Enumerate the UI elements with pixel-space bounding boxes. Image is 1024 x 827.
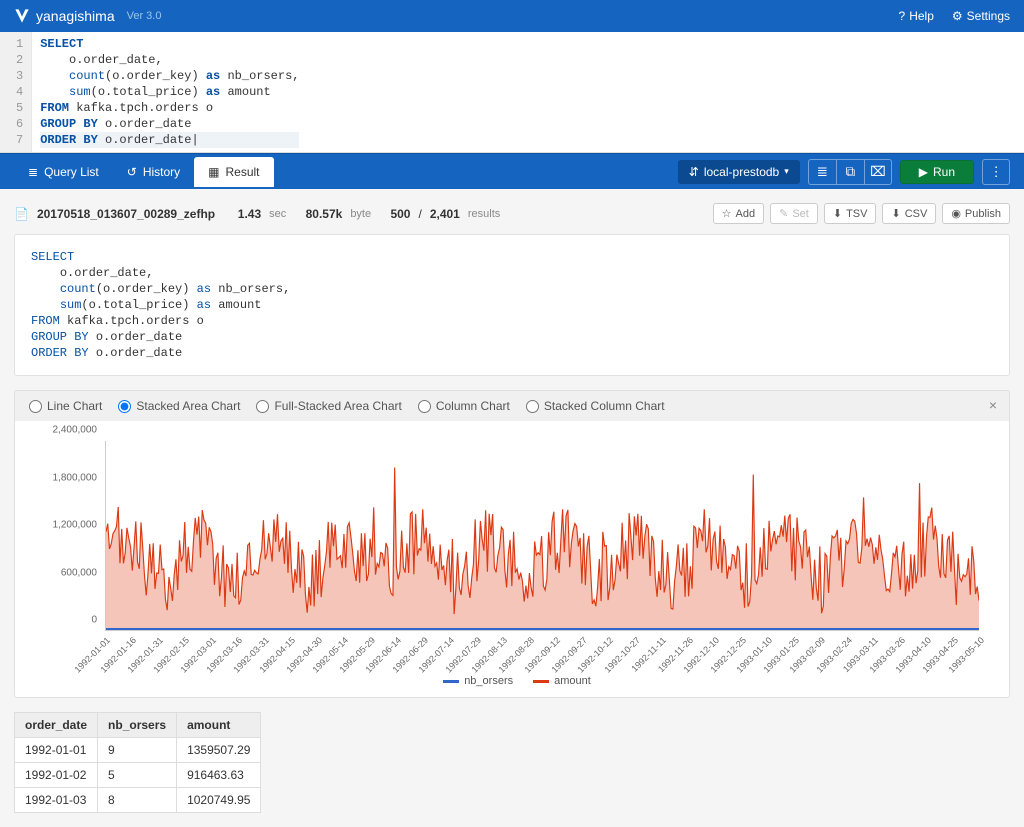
- legend-swatch-2: [533, 680, 549, 683]
- download-csv-button[interactable]: ⬇ CSV: [882, 203, 936, 224]
- chart-type-stacked-column[interactable]: Stacked Column Chart: [526, 399, 665, 413]
- table-row: 1992-01-0191359507.29: [15, 738, 261, 763]
- copy-icon: ⧉: [845, 164, 855, 180]
- col-nb-orsers: nb_orsers: [98, 713, 177, 738]
- help-icon: ?: [899, 9, 906, 23]
- format-button[interactable]: ≣: [808, 159, 836, 185]
- chart-type-bar: Line Chart Stacked Area Chart Full-Stack…: [14, 390, 1010, 421]
- col-amount: amount: [177, 713, 261, 738]
- tab-query-list[interactable]: ≣ Query List: [14, 157, 113, 187]
- help-link[interactable]: ? Help: [899, 9, 934, 23]
- tab-history[interactable]: ↺ History: [113, 157, 194, 187]
- play-icon: ▶: [919, 165, 928, 179]
- file-icon: 📄: [14, 207, 29, 221]
- download-tsv-button[interactable]: ⬇ TSV: [824, 203, 877, 224]
- chart-svg: [106, 441, 979, 630]
- run-button[interactable]: ▶ Run: [900, 160, 974, 184]
- star-icon: ☆: [722, 207, 732, 220]
- list-icon: ≣: [817, 164, 828, 180]
- chart-x-axis: 1992-01-011992-01-161992-01-311992-02-15…: [105, 631, 979, 671]
- chart-type-column[interactable]: Column Chart: [418, 399, 510, 413]
- query-id: 20170518_013607_00289_zefhp: [37, 207, 215, 221]
- download-icon: ⬇: [891, 207, 900, 220]
- gear-icon: ⚙: [952, 9, 963, 23]
- chart-legend: nb_orsers amount: [45, 675, 989, 687]
- pencil-icon: ✎: [779, 207, 788, 220]
- globe-icon: ◉: [951, 207, 961, 220]
- logo-icon: [14, 8, 30, 24]
- elapsed-value: 1.43: [238, 207, 261, 221]
- more-menu-button[interactable]: ⋮: [982, 159, 1010, 185]
- col-order-date: order_date: [15, 713, 98, 738]
- settings-link[interactable]: ⚙ Settings: [952, 9, 1010, 23]
- grid-icon: ▦: [208, 165, 219, 179]
- chart-area: 0600,0001,200,0001,800,0002,400,000 1992…: [45, 441, 989, 671]
- editor-gutter: 1 2 3 4 5 6 7: [0, 32, 32, 152]
- results-shown: 500: [390, 207, 410, 221]
- clear-button[interactable]: ⌧: [864, 159, 892, 185]
- query-display-panel: SELECT o.order_date, count(o.order_key) …: [14, 234, 1010, 376]
- tab-bar: ≣ Query List ↺ History ▦ Result ⇵ local-…: [0, 153, 1024, 189]
- app-name: yanagishima: [36, 8, 115, 24]
- history-icon: ↺: [127, 165, 137, 179]
- add-bookmark-button[interactable]: ☆ Add: [713, 203, 764, 224]
- tab-result[interactable]: ▦ Result: [194, 157, 273, 187]
- app-header: yanagishima Ver 3.0 ? Help ⚙ Settings: [0, 0, 1024, 32]
- legend-swatch-1: [443, 680, 459, 683]
- app-version: Ver 3.0: [127, 10, 162, 22]
- legend-amount: amount: [533, 675, 591, 687]
- chart-type-stacked-area[interactable]: Stacked Area Chart: [118, 399, 240, 413]
- legend-nb-orsers: nb_orsers: [443, 675, 513, 687]
- erase-icon: ⌧: [870, 164, 885, 180]
- sql-editor[interactable]: 1 2 3 4 5 6 7 SELECT o.order_date, count…: [0, 32, 1024, 153]
- results-table: order_date nb_orsers amount 1992-01-0191…: [14, 712, 261, 813]
- results-total: 2,401: [430, 207, 460, 221]
- sitemap-icon: ⇵: [689, 165, 699, 179]
- copy-button[interactable]: ⧉: [836, 159, 864, 185]
- set-label-button[interactable]: ✎ Set: [770, 203, 818, 224]
- chart-type-full-stacked[interactable]: Full-Stacked Area Chart: [256, 399, 401, 413]
- chart-type-line[interactable]: Line Chart: [29, 399, 102, 413]
- table-row: 1992-01-025916463.63: [15, 763, 261, 788]
- chart-panel: 0600,0001,200,0001,800,0002,400,000 1992…: [14, 421, 1010, 698]
- result-info-bar: 📄 20170518_013607_00289_zefhp 1.43 sec 8…: [14, 203, 1010, 224]
- app-logo: yanagishima Ver 3.0: [14, 8, 161, 24]
- close-chart-button[interactable]: ×: [989, 397, 997, 413]
- publish-button[interactable]: ◉ Publish: [942, 203, 1010, 224]
- menu-icon: ⋮: [989, 164, 1002, 180]
- chart-y-axis: 0600,0001,200,0001,800,0002,400,000: [45, 441, 101, 631]
- datasource-selector[interactable]: ⇵ local-prestodb: [678, 160, 800, 184]
- chart-plot: [105, 441, 979, 631]
- editor-code[interactable]: SELECT o.order_date, count(o.order_key) …: [32, 32, 307, 152]
- download-icon: ⬇: [833, 207, 842, 220]
- query-text: SELECT o.order_date, count(o.order_key) …: [31, 249, 993, 361]
- table-row: 1992-01-0381020749.95: [15, 788, 261, 813]
- list-icon: ≣: [28, 165, 38, 179]
- size-value: 80.57k: [306, 207, 343, 221]
